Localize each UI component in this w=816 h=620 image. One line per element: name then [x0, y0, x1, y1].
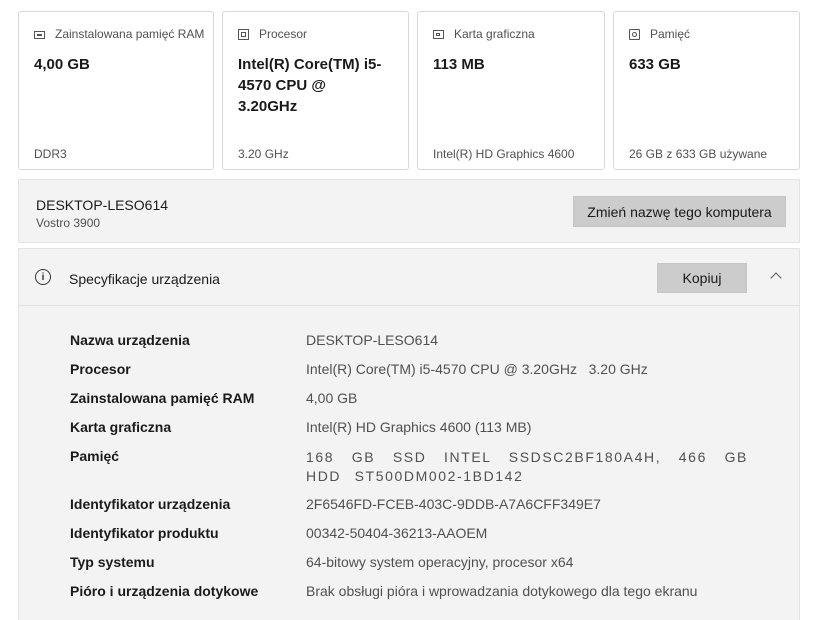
storage-card-label: Pamięć: [650, 27, 691, 41]
spec-label: Karta graficzna: [70, 419, 172, 435]
device-name: DESKTOP-LESO614: [36, 197, 169, 213]
cpu-icon: [238, 28, 249, 40]
spec-value: 2F6546FD-FCEB-403C-9DDB-A7A6CFF349E7: [306, 496, 601, 512]
cpu-card-value: Intel(R) Core(TM) i5-4570 CPU @ 3.20GHz: [238, 56, 382, 115]
storage-card-value: 633 GB: [629, 56, 681, 73]
rename-pc-button[interactable]: Zmień nazwę tego komputera: [573, 196, 786, 227]
ram-card-header: Zainstalowana pamięć RAM: [34, 27, 204, 41]
ram-card-value: 4,00 GB: [34, 56, 90, 73]
spec-label: Procesor: [70, 361, 131, 377]
gpu-card: Karta graficzna 113 MB Intel(R) HD Graph…: [417, 11, 605, 170]
copy-button[interactable]: Kopiuj: [657, 263, 747, 293]
spec-value: DESKTOP-LESO614: [306, 332, 439, 348]
info-icon: i: [35, 269, 51, 285]
ram-card: Zainstalowana pamięć RAM 4,00 GB DDR3: [18, 11, 214, 170]
spec-label: Nazwa urządzenia: [70, 332, 190, 348]
spec-label: Identyfikator produktu: [70, 525, 219, 541]
gpu-card-header: Karta graficzna: [433, 27, 535, 41]
gpu-card-sub: Intel(R) HD Graphics 4600: [433, 147, 575, 161]
cpu-card-label: Procesor: [259, 27, 308, 41]
spec-value: 00342-50404-36213-AAOEM: [306, 525, 488, 541]
spec-value: Intel(R) HD Graphics 4600 (113 MB): [306, 419, 532, 435]
cpu-card-sub: 3.20 GHz: [238, 147, 289, 161]
spec-value: Brak obsługi pióra i wprowadzania dotyko…: [306, 583, 698, 599]
storage-card-sub: 26 GB z 633 GB używane: [629, 147, 768, 161]
spec-value: 64-bitowy system operacyjny, procesor x6…: [306, 554, 574, 570]
chevron-up-icon[interactable]: [771, 271, 781, 281]
gpu-icon: [433, 29, 444, 39]
gpu-card-value: 113 MB: [433, 56, 485, 73]
cpu-card: Procesor Intel(R) Core(TM) i5-4570 CPU @…: [222, 11, 409, 170]
cpu-card-header: Procesor: [238, 27, 307, 41]
spec-value: Intel(R) Core(TM) i5-4570 CPU @ 3.20GHz …: [306, 361, 648, 377]
spec-header[interactable]: i Specyfikacje urządzenia Kopiuj: [19, 249, 799, 306]
ram-card-sub: DDR3: [34, 147, 67, 161]
spec-value: 168 GB SSD INTEL SSDSC2BF180A4H, 466 GB …: [306, 449, 748, 484]
device-name-panel: DESKTOP-LESO614 Vostro 3900 Zmień nazwę …: [18, 179, 800, 243]
storage-icon: [629, 28, 640, 40]
spec-label: Typ systemu: [70, 554, 155, 570]
storage-card-header: Pamięć: [629, 27, 690, 41]
spec-value: 4,00 GB: [306, 390, 358, 406]
spec-label: Zainstalowana pamięć RAM: [70, 390, 255, 406]
device-model: Vostro 3900: [36, 216, 101, 230]
spec-label: Pióro i urządzenia dotykowe: [70, 583, 259, 599]
spec-label: Identyfikator urządzenia: [70, 496, 231, 512]
device-specifications-panel: i Specyfikacje urządzenia Kopiuj Nazwa u…: [18, 248, 800, 620]
ram-icon: [34, 31, 45, 39]
gpu-card-label: Karta graficzna: [454, 27, 535, 41]
spec-title: Specyfikacje urządzenia: [69, 271, 220, 287]
spec-label: Pamięć: [70, 448, 120, 464]
ram-card-label: Zainstalowana pamięć RAM: [55, 27, 205, 41]
storage-card: Pamięć 633 GB 26 GB z 633 GB używane: [613, 11, 800, 170]
